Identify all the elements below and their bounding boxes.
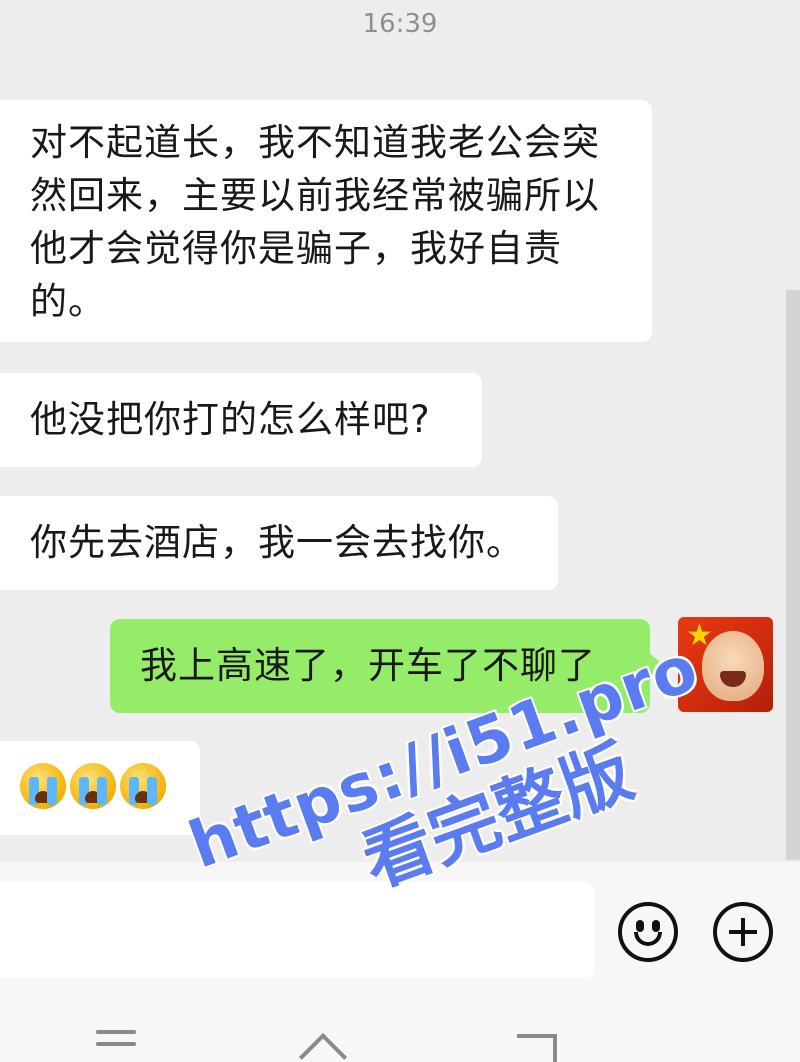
scrollbar[interactable] (786, 290, 800, 860)
chat-screen: 16:39 对不起道长，我不知道我老公会突然回来，主要以前我经常被骗所以他才会觉… (0, 0, 800, 1062)
incoming-message[interactable]: 他没把你打的怎么样吧? (0, 373, 482, 467)
loudly-crying-face-icon (120, 763, 166, 809)
outgoing-message[interactable]: 我上高速了，开车了不聊了 (110, 619, 664, 713)
incoming-message[interactable]: 你先去酒店，我一会去找你。 (0, 496, 558, 590)
plus-icon[interactable] (713, 902, 773, 962)
loudly-crying-face-icon (20, 763, 66, 809)
back-icon[interactable] (517, 1034, 557, 1062)
system-nav-bar (0, 1002, 800, 1062)
input-bar (0, 862, 800, 1002)
home-icon[interactable] (298, 1032, 348, 1062)
incoming-message[interactable]: 对不起道长，我不知道我老公会突然回来，主要以前我经常被骗所以他才会觉得你是骗子，… (0, 100, 652, 342)
menu-icon[interactable] (96, 1030, 136, 1054)
loudly-crying-face-icon (70, 763, 116, 809)
avatar-face (702, 631, 764, 701)
incoming-emoji-message[interactable] (0, 741, 200, 835)
smiley-icon[interactable] (618, 902, 678, 962)
message-timestamp: 16:39 (362, 9, 438, 39)
message-input[interactable] (0, 882, 594, 978)
emoji-row (20, 759, 180, 809)
my-avatar[interactable]: ★ (678, 617, 773, 712)
